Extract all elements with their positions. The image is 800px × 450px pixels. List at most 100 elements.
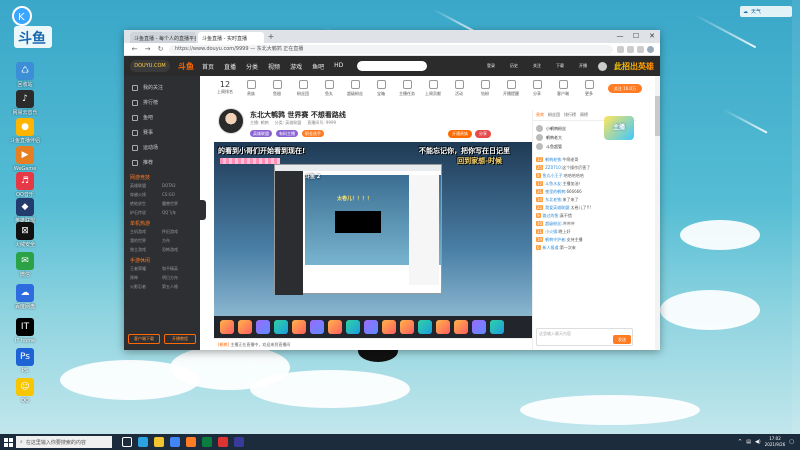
gift-icon[interactable]	[400, 320, 414, 334]
nav-item[interactable]: 分类	[246, 62, 258, 71]
send-button[interactable]: 发送	[613, 335, 631, 344]
extension-icon[interactable]	[637, 45, 644, 53]
sidebar-item[interactable]: 鱼吧	[124, 110, 200, 125]
extension-icon[interactable]	[617, 45, 624, 53]
sidebar-item[interactable]: 推荐	[124, 155, 200, 170]
sidebar-item[interactable]: 我的关注	[124, 80, 200, 95]
page-scrollbar[interactable]	[655, 76, 660, 350]
feature-item[interactable]: 主播任务	[396, 80, 418, 97]
desktop-icon-2[interactable]: ● 斗鱼直播伴侣	[0, 118, 50, 144]
reload-icon[interactable]: ↻	[156, 45, 165, 53]
feature-item[interactable]: 钻粉	[474, 80, 496, 97]
header-action[interactable]: 开播	[575, 63, 591, 69]
game-link[interactable]: DOTA2	[162, 183, 194, 189]
user-avatar[interactable]	[598, 61, 607, 71]
gift-icon[interactable]	[238, 320, 252, 334]
desktop-icon-4[interactable]: ♬ QQ音乐	[0, 172, 50, 198]
nav-item[interactable]: 视频	[268, 62, 280, 71]
volume-icon[interactable]: ◀)	[755, 439, 761, 445]
url-input[interactable]: https://www.douyu.com/9999 — 东北大鹌鹑 正在直播	[169, 44, 613, 54]
desktop-icon-10[interactable]: Ps PS	[0, 348, 50, 374]
gift-icon[interactable]	[436, 320, 450, 334]
feature-item[interactable]: 上周贡献	[422, 80, 444, 97]
desktop-icon-3[interactable]: ▶ WeGame	[0, 146, 50, 172]
stream-tag[interactable]: 职业选手	[302, 130, 324, 137]
close-button[interactable]: ✕	[644, 30, 660, 43]
game-link[interactable]: 我的世界	[130, 238, 162, 244]
start-button[interactable]	[0, 434, 16, 450]
gift-icon[interactable]	[256, 320, 270, 334]
feature-item[interactable]: 开播提醒	[500, 80, 522, 97]
feature-item[interactable]: 12 上周排名	[214, 80, 236, 95]
feature-item[interactable]: 鱼翅	[266, 80, 288, 97]
header-action[interactable]: 历史	[506, 63, 522, 69]
task-view-icon[interactable]	[122, 437, 132, 447]
desktop-icon-5[interactable]: ◆ 英雄联盟	[0, 198, 50, 224]
share-button[interactable]: 分享	[475, 130, 491, 138]
gift-icon[interactable]	[346, 320, 360, 334]
feature-item[interactable]: 客户端	[552, 80, 574, 97]
game-link[interactable]: 第五人格	[162, 284, 194, 290]
game-link[interactable]: 主机游戏	[130, 229, 162, 235]
feature-item[interactable]: 鱼丸	[318, 80, 340, 97]
desktop-icon-8[interactable]: ☁ 百度网盘	[0, 284, 50, 310]
nav-item[interactable]: 直播	[224, 62, 236, 71]
gift-icon[interactable]	[418, 320, 432, 334]
taskbar-search[interactable]: ⌕ 在这里输入你要搜索的内容	[16, 436, 112, 448]
nav-item[interactable]: HD	[334, 62, 343, 71]
site-brand[interactable]: 斗鱼	[178, 61, 194, 72]
chat-tab[interactable]: 排行榜	[564, 112, 576, 118]
gift-icon[interactable]	[454, 320, 468, 334]
sidebar-item[interactable]: 运动场	[124, 140, 200, 155]
download-client-button[interactable]: 客户端下载	[128, 334, 160, 344]
weather-widget[interactable]: ☁ 天气	[740, 6, 792, 17]
noble-button[interactable]: 开通贵族	[448, 130, 472, 138]
nav-item[interactable]: 首页	[202, 62, 214, 71]
game-link[interactable]: 英雄联盟	[130, 183, 162, 189]
gift-icon[interactable]	[328, 320, 342, 334]
sidebar-item[interactable]: 排行榜	[124, 95, 200, 110]
game-link[interactable]: 独立游戏	[130, 247, 162, 253]
desktop-icon-11[interactable]: ☺ QQ	[0, 378, 50, 404]
site-logo[interactable]: DOUYU.COM	[130, 60, 170, 72]
chat-tab[interactable]: 贵宾	[536, 112, 544, 118]
feature-item[interactable]: 超级粉丝	[344, 80, 366, 97]
app-taskbar-icon[interactable]	[218, 437, 228, 447]
forward-icon[interactable]: →	[143, 45, 152, 53]
clock[interactable]: 17:02 2021/9/26	[765, 436, 786, 448]
edge-icon[interactable]	[138, 437, 148, 447]
feature-item[interactable]: 粉丝团	[292, 80, 314, 97]
gift-icon[interactable]	[472, 320, 486, 334]
file-explorer-icon[interactable]	[154, 437, 164, 447]
rank-row[interactable]: 斗鱼超管	[536, 142, 633, 151]
game-link[interactable]: 绝地求生	[130, 201, 162, 207]
notification-icon[interactable]: ▢	[789, 439, 794, 445]
game-link[interactable]: 恐怖游戏	[162, 247, 194, 253]
nav-item[interactable]: 鱼吧	[312, 62, 324, 71]
game-link[interactable]: CS:GO	[162, 192, 194, 198]
header-action[interactable]: 登录	[483, 63, 499, 69]
feature-item[interactable]: 更多	[578, 80, 600, 97]
stream-tag[interactable]: 有料主播	[276, 130, 298, 137]
game-link[interactable]: 明日方舟	[162, 275, 194, 281]
app-taskbar-icon[interactable]	[234, 437, 244, 447]
maximize-button[interactable]: ☐	[628, 30, 644, 43]
promo-badge[interactable]: 主播	[604, 116, 634, 140]
scrollbar-thumb[interactable]	[655, 96, 660, 136]
header-action[interactable]: 关注	[529, 63, 545, 69]
game-link[interactable]: 王者荣耀	[130, 266, 162, 272]
game-link[interactable]: 怀旧游戏	[162, 229, 194, 235]
video-player[interactable]: 的看到小哥们开始看到现在! 不能忘记你，把你写在日记里 回到家想-时候 斗鱼 2…	[214, 142, 532, 338]
gift-icon[interactable]	[364, 320, 378, 334]
desktop-icon-6[interactable]: ⊠ 火绒安全	[0, 222, 50, 248]
gift-icon[interactable]	[490, 320, 504, 334]
app-taskbar-icon[interactable]	[202, 437, 212, 447]
desktop-icon-7[interactable]: ✉ 微信	[0, 252, 50, 278]
game-link[interactable]: 穿越火线	[130, 192, 162, 198]
back-icon[interactable]: ←	[130, 45, 139, 53]
gift-icon[interactable]	[292, 320, 306, 334]
gift-icon[interactable]	[220, 320, 234, 334]
game-link[interactable]: 方舟	[162, 238, 194, 244]
site-search-input[interactable]	[357, 61, 428, 71]
extension-icon[interactable]	[627, 45, 634, 53]
